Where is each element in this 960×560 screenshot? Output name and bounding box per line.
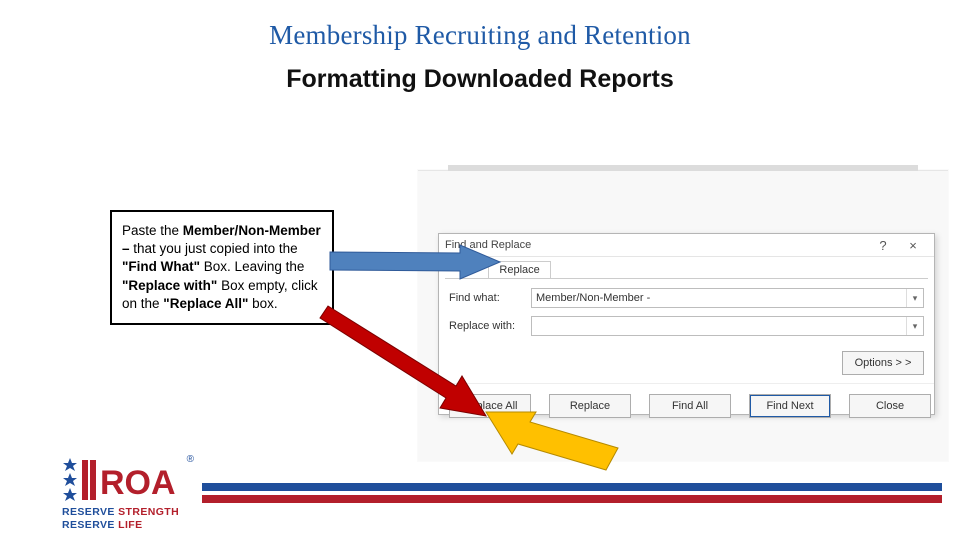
input-find-what-value: Member/Non-Member - — [536, 292, 650, 304]
page-title: Membership Recruiting and Retention — [0, 20, 960, 51]
row-find-what: Find what: Member/Non-Member - ▾ — [449, 287, 924, 309]
roa-logo: ROA ® — [62, 456, 182, 507]
footer-bar-blue — [202, 483, 942, 491]
roa-logo-svg: ROA — [62, 456, 182, 502]
replace-with-dropdown-icon[interactable]: ▾ — [906, 317, 923, 335]
tagline-strength: STRENGTH — [118, 506, 179, 518]
callout-bold-replacewith: "Replace with" — [122, 278, 217, 293]
callout-bold-findwhat: "Find What" — [122, 259, 200, 274]
find-all-button[interactable]: Find All — [649, 394, 731, 418]
svg-text:ROA: ROA — [100, 464, 176, 502]
dialog-titlebar: Find and Replace ? × — [439, 234, 934, 257]
callout-bold-replaceall: "Replace All" — [163, 296, 248, 311]
find-replace-dialog: Find and Replace ? × Find Replace Find w… — [438, 233, 935, 415]
label-replace-with: Replace with: — [449, 320, 531, 332]
tagline-reserve-1: RESERVE — [62, 506, 115, 518]
tagline-reserve-2: RESERVE — [62, 519, 115, 531]
callout-text: box. — [248, 296, 277, 311]
tab-replace[interactable]: Replace — [488, 261, 550, 278]
dialog-title: Find and Replace — [445, 239, 868, 251]
row-replace-with: Replace with: ▾ — [449, 315, 924, 337]
label-find-what: Find what: — [449, 292, 531, 304]
callout-text: that you just copied into the — [133, 241, 297, 256]
callout-text: Box. Leaving the — [200, 259, 304, 274]
replace-all-button[interactable]: Replace All — [449, 394, 531, 418]
dialog-body: Find what: Member/Non-Member - ▾ Replace… — [439, 279, 934, 351]
help-button[interactable]: ? — [868, 238, 898, 253]
close-button[interactable]: × — [898, 238, 928, 253]
embedded-screenshot: Find and Replace ? × Find Replace Find w… — [418, 170, 948, 461]
close-dialog-button[interactable]: Close — [849, 394, 931, 418]
options-button[interactable]: Options > > — [842, 351, 924, 375]
replace-button[interactable]: Replace — [549, 394, 631, 418]
logo-tagline: RESERVE STRENGTH RESERVE LIFE — [62, 506, 179, 532]
page-subtitle: Formatting Downloaded Reports — [0, 65, 960, 94]
input-find-what[interactable]: Member/Non-Member - ▾ — [531, 288, 924, 308]
dialog-tabs: Find Replace — [439, 257, 934, 278]
find-what-dropdown-icon[interactable]: ▾ — [906, 289, 923, 307]
footer-bar-red — [202, 495, 942, 503]
tagline-life: LIFE — [118, 519, 142, 531]
callout-text: Paste the — [122, 223, 183, 238]
options-row: Options > > — [439, 351, 934, 383]
input-replace-with[interactable]: ▾ — [531, 316, 924, 336]
instruction-callout: Paste the Member/Non-Member – that you j… — [110, 210, 334, 325]
dialog-button-bar: Replace All Replace Find All Find Next C… — [439, 383, 934, 428]
registered-mark: ® — [187, 454, 194, 465]
find-next-button[interactable]: Find Next — [749, 394, 831, 418]
